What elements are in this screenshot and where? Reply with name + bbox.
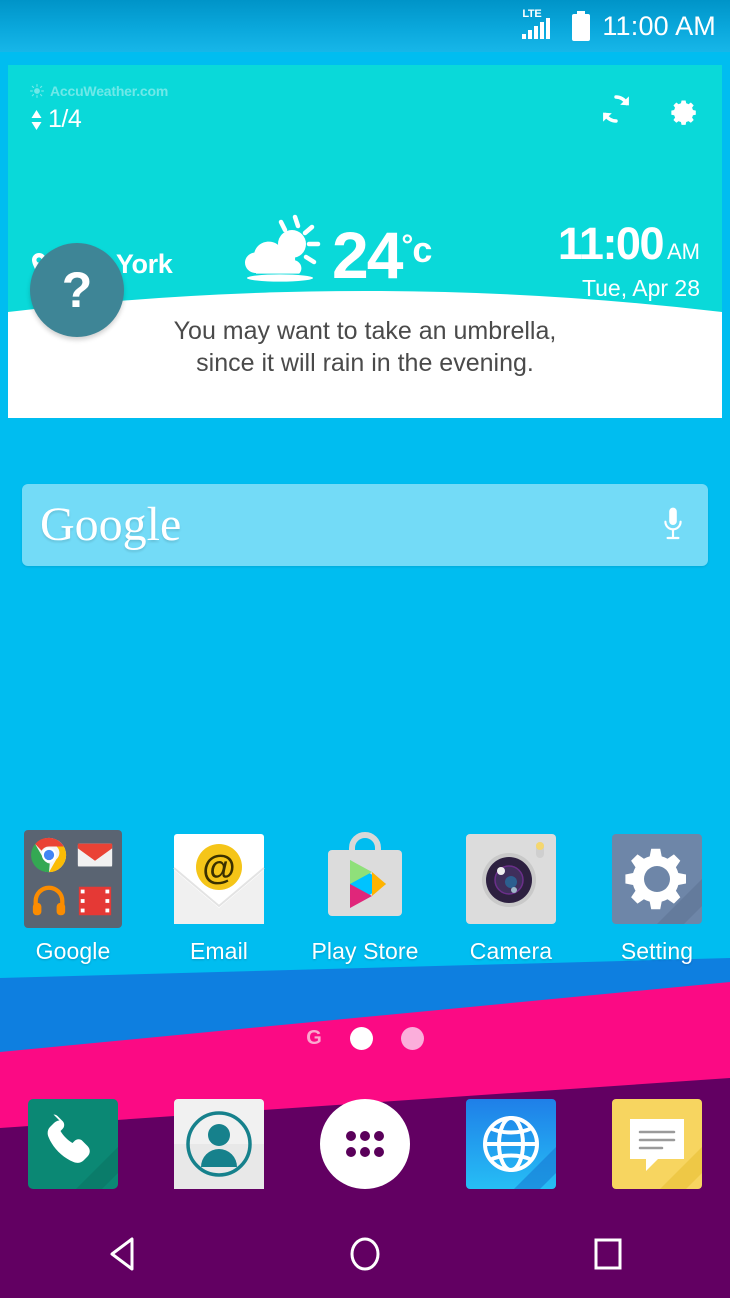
android-home-screen: LTE 11:00 AM AccuWeather.com 1/4 York 24… <box>0 0 730 1298</box>
browser-globe-icon <box>466 1099 556 1189</box>
weather-widget[interactable]: AccuWeather.com 1/4 York 24° c 11:00 AM … <box>8 65 722 418</box>
app-google-folder[interactable]: Google <box>0 830 146 980</box>
dock-item-contacts[interactable] <box>146 1094 292 1194</box>
back-triangle-icon <box>110 1237 134 1271</box>
weather-clock: 11:00 AM <box>557 218 700 269</box>
navigation-bar <box>0 1210 730 1298</box>
google-folder-icon <box>24 830 122 928</box>
weather-brand-label: AccuWeather.com <box>50 83 169 99</box>
nav-recents-button[interactable] <box>487 1229 730 1279</box>
app-label-email: Email <box>189 938 248 964</box>
gmail-icon <box>77 843 113 867</box>
chrome-icon <box>31 837 67 873</box>
gear-icon[interactable] <box>664 91 700 127</box>
app-camera[interactable]: Camera <box>438 830 584 980</box>
messaging-icon <box>612 1099 702 1189</box>
dock-item-phone[interactable] <box>0 1094 146 1194</box>
dock <box>0 1094 730 1194</box>
battery-full-icon <box>572 11 591 41</box>
page-indicator: G <box>0 1024 730 1052</box>
email-icon: @ <box>173 834 265 924</box>
play-movies-icon <box>78 886 112 916</box>
google-now-page-indicator[interactable]: G <box>306 1028 322 1048</box>
svg-text:@: @ <box>202 849 235 887</box>
nav-back-button[interactable] <box>0 1229 243 1279</box>
weather-brand: AccuWeather.com <box>30 83 168 99</box>
play-store-icon <box>328 832 402 916</box>
app-label-google: Google <box>35 938 111 964</box>
home-circle-icon <box>350 1237 380 1271</box>
settings-gear-icon <box>612 834 702 924</box>
page-dot-active[interactable] <box>349 1026 373 1050</box>
microphone-icon[interactable] <box>660 505 686 545</box>
accuweather-sun-icon <box>30 84 44 98</box>
recents-square-icon <box>594 1238 622 1270</box>
home-app-row: Google @ Email Play Store Camera Setting <box>0 830 730 980</box>
page-dot-inactive[interactable] <box>400 1026 424 1050</box>
weather-tip-line-1: You may want to take an umbrella, <box>173 317 557 345</box>
signal-bars-icon: LTE <box>522 9 560 42</box>
play-music-icon <box>32 885 66 916</box>
dock-item-browser[interactable] <box>438 1094 584 1194</box>
weather-actions <box>598 91 700 127</box>
weather-pager[interactable]: 1/4 <box>30 105 82 134</box>
up-down-arrows-icon <box>31 109 42 130</box>
status-bar-clock: 11:00 AM <box>602 10 716 41</box>
status-bar[interactable]: LTE 11:00 AM <box>0 0 730 52</box>
app-drawer-icon <box>320 1099 410 1189</box>
app-play-store[interactable]: Play Store <box>292 830 438 980</box>
google-logo: Google <box>40 498 182 551</box>
phone-icon <box>28 1099 118 1189</box>
google-search-bar[interactable]: Google <box>22 484 708 566</box>
signal-strength-bars <box>522 18 551 39</box>
contacts-icon <box>174 1099 264 1189</box>
weather-tip-badge[interactable]: ? <box>30 243 124 337</box>
app-label-setting: Setting <box>620 938 694 964</box>
dock-item-messaging[interactable] <box>584 1094 730 1194</box>
weather-pager-label: 1/4 <box>48 105 82 133</box>
camera-icon <box>466 834 556 924</box>
app-setting[interactable]: Setting <box>584 830 730 980</box>
app-label-camera: Camera <box>469 938 553 964</box>
dock-item-app-drawer[interactable] <box>292 1094 438 1194</box>
weather-unit: c <box>412 229 433 270</box>
weather-meridiem: AM <box>667 239 700 264</box>
app-email[interactable]: @ Email <box>146 830 292 980</box>
nav-home-button[interactable] <box>243 1229 486 1279</box>
refresh-icon[interactable] <box>598 91 634 127</box>
app-label-play-store: Play Store <box>311 938 419 964</box>
weather-tip-line-2: since it will rain in the evening. <box>196 349 534 377</box>
weather-tip-text: You may want to take an umbrella, since … <box>8 315 722 379</box>
